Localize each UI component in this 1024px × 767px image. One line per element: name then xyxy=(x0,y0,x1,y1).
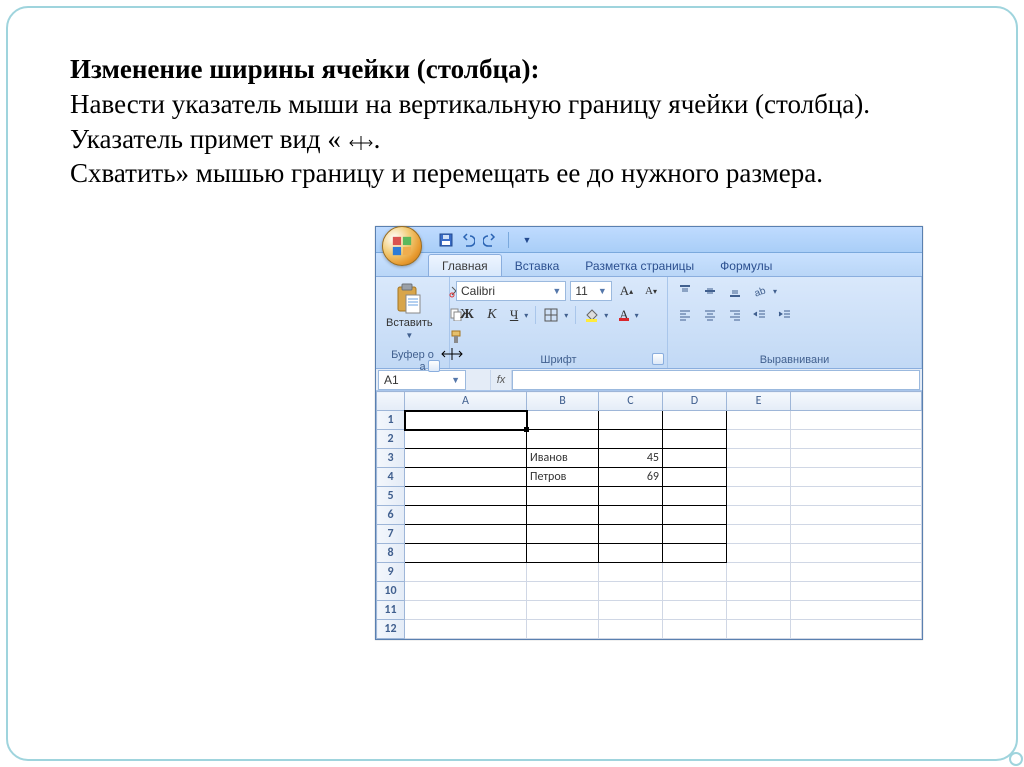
fx-icon[interactable]: fx xyxy=(490,370,512,390)
cell[interactable] xyxy=(599,411,663,430)
ribbon: Вставить ▼ Буфер о а xyxy=(376,277,922,369)
clipboard-group: Вставить ▼ Буфер о а xyxy=(376,277,450,368)
alignment-group: ab Выравнивани xyxy=(668,277,922,368)
font-group-label: Шрифт xyxy=(456,352,661,368)
cell[interactable]: Иванов xyxy=(527,449,599,468)
svg-text:ab: ab xyxy=(753,285,767,298)
undo-icon[interactable] xyxy=(460,232,476,248)
row-header[interactable]: 1 xyxy=(377,411,405,430)
select-all-corner[interactable] xyxy=(377,392,405,411)
align-center-button[interactable] xyxy=(699,305,721,325)
col-header-d[interactable]: D xyxy=(663,392,727,411)
tab-page-layout[interactable]: Разметка страницы xyxy=(572,255,707,276)
cell[interactable] xyxy=(405,411,527,430)
row-header[interactable]: 10 xyxy=(377,582,405,601)
save-icon[interactable] xyxy=(438,232,454,248)
formula-input[interactable] xyxy=(512,370,920,390)
cell[interactable]: 69 xyxy=(599,468,663,487)
alignment-group-label: Выравнивани xyxy=(674,352,915,368)
border-icon xyxy=(544,308,558,322)
orientation-icon: ab xyxy=(753,284,767,298)
align-left-button[interactable] xyxy=(674,305,696,325)
row-header[interactable]: 3 xyxy=(377,449,405,468)
cell[interactable]: 45 xyxy=(599,449,663,468)
cell[interactable] xyxy=(663,411,727,430)
qat-dropdown-icon[interactable]: ▼ xyxy=(519,232,535,248)
row-header[interactable]: 9 xyxy=(377,563,405,582)
para-2: Схватить» мышью границу и перемещать ее … xyxy=(70,158,823,188)
row-header[interactable]: 4 xyxy=(377,468,405,487)
orientation-button[interactable]: ab xyxy=(749,281,780,301)
col-header-b[interactable]: B xyxy=(527,392,599,411)
indent-icon xyxy=(778,308,792,322)
align-top-icon xyxy=(678,284,692,298)
align-bottom-button[interactable] xyxy=(724,281,746,301)
row-header[interactable]: 12 xyxy=(377,620,405,639)
tab-home[interactable]: Главная xyxy=(428,254,502,276)
row-header[interactable]: 7 xyxy=(377,525,405,544)
office-logo-icon xyxy=(391,235,413,257)
decrease-indent-button[interactable] xyxy=(749,305,771,325)
row-header[interactable]: 6 xyxy=(377,506,405,525)
redo-icon[interactable] xyxy=(482,232,498,248)
heading: Изменение ширины ячейки (столбца): xyxy=(70,54,954,85)
col-header-e[interactable]: E xyxy=(727,392,791,411)
font-dialog-launcher[interactable] xyxy=(652,353,664,365)
cell[interactable] xyxy=(727,411,791,430)
outdent-icon xyxy=(753,308,767,322)
col-header-c[interactable]: C xyxy=(599,392,663,411)
col-header-blank[interactable] xyxy=(791,392,922,411)
body-paragraph: Навести указатель мыши на вертикальную г… xyxy=(70,87,954,191)
excel-screenshot: ▼ Главная Вставка Разметка страницы Форм… xyxy=(375,226,923,640)
font-size-combo[interactable]: 11▼ xyxy=(570,281,611,301)
clipboard-dialog-launcher[interactable] xyxy=(428,360,440,372)
worksheet-grid[interactable]: A B C D E 1 2 3 xyxy=(376,391,922,639)
align-middle-button[interactable] xyxy=(699,281,721,301)
borders-button[interactable] xyxy=(540,305,571,325)
ribbon-tabs: Главная Вставка Разметка страницы Формул… xyxy=(376,253,922,277)
paste-icon xyxy=(395,283,423,315)
fill-color-button[interactable] xyxy=(580,305,611,325)
paste-button[interactable]: Вставить ▼ xyxy=(382,281,437,347)
font-name-combo[interactable]: Calibri▼ xyxy=(456,281,566,301)
clipboard-group-label: Буфер о а xyxy=(382,347,443,375)
increase-indent-button[interactable] xyxy=(774,305,796,325)
bold-button[interactable]: Ж xyxy=(456,305,478,325)
font-color-button[interactable]: A xyxy=(615,305,641,325)
quick-access-toolbar: ▼ xyxy=(376,227,922,253)
resize-cursor-icon xyxy=(348,135,374,151)
tab-formulas[interactable]: Формулы xyxy=(707,255,785,276)
office-button[interactable] xyxy=(382,226,422,266)
corner-ornament xyxy=(1009,752,1023,766)
underline-button[interactable]: Ч xyxy=(506,305,531,325)
align-right-button[interactable] xyxy=(724,305,746,325)
font-group: Calibri▼ 11▼ A▴ A▾ Ж К Ч A Шрифт xyxy=(450,277,668,368)
row-header[interactable]: 8 xyxy=(377,544,405,563)
align-top-button[interactable] xyxy=(674,281,696,301)
bucket-icon xyxy=(584,308,598,322)
para-1: Навести указатель мыши на вертикальную г… xyxy=(70,89,870,154)
italic-button[interactable]: К xyxy=(482,305,502,325)
col-header-a[interactable]: A xyxy=(405,392,527,411)
cell[interactable] xyxy=(527,411,599,430)
shrink-font-button[interactable]: A▾ xyxy=(641,281,661,301)
row-header[interactable]: 5 xyxy=(377,487,405,506)
formula-bar: A1▼ fx xyxy=(376,369,922,391)
row-header[interactable]: 2 xyxy=(377,430,405,449)
paste-label: Вставить xyxy=(386,317,433,329)
grow-font-button[interactable]: A▴ xyxy=(616,281,637,301)
row-header[interactable]: 11 xyxy=(377,601,405,620)
cell[interactable]: Петров xyxy=(527,468,599,487)
tab-insert[interactable]: Вставка xyxy=(502,255,573,276)
